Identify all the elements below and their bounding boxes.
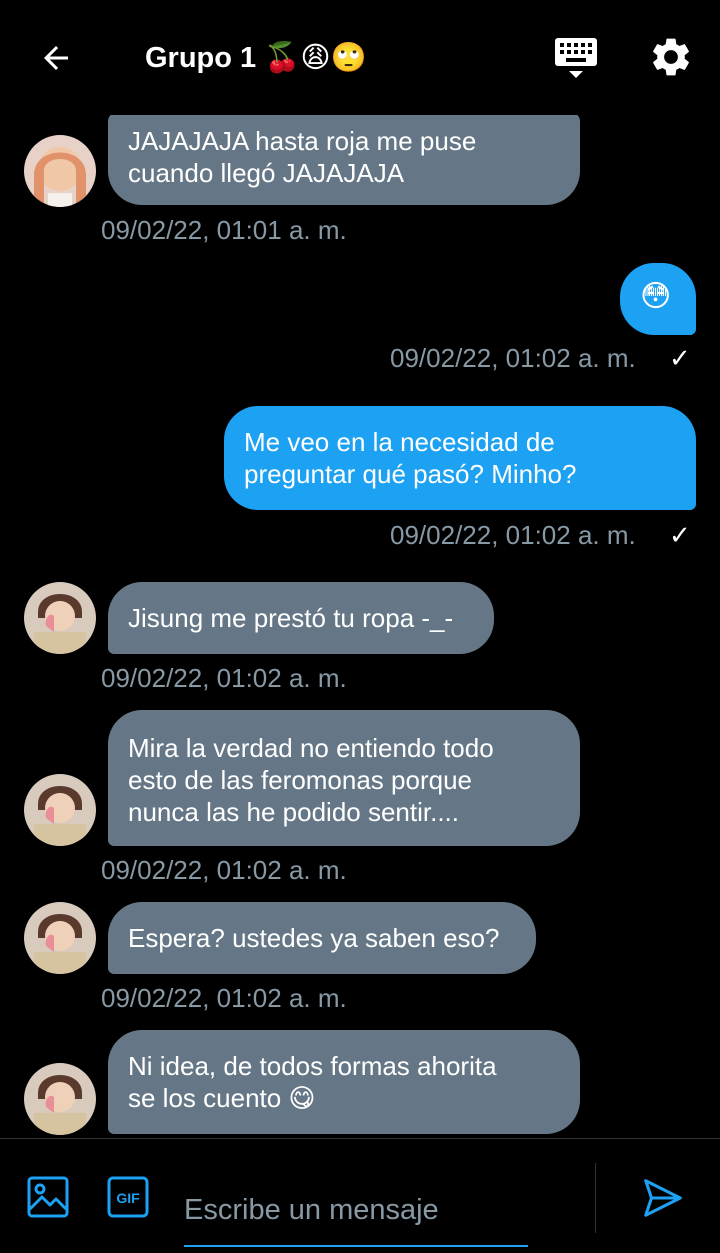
arrow-left-icon	[44, 46, 68, 70]
avatar[interactable]	[24, 135, 96, 207]
title-emoji-eyeroll: 🙄	[330, 42, 367, 74]
avatar[interactable]	[24, 774, 96, 846]
add-image-button[interactable]	[26, 1175, 70, 1219]
keyboard-icon	[555, 38, 597, 78]
message-list[interactable]: JAJAJAJA hasta roja me puse cuando llegó…	[0, 115, 720, 1138]
message-text-line: cuando llegó JAJAJAJA	[128, 158, 405, 188]
gif-label: GIF	[116, 1190, 140, 1206]
read-check-icon: ✓	[669, 343, 691, 373]
message-bubble[interactable]: Me veo en la necesidad de preguntar qué …	[224, 406, 696, 510]
gear-icon	[653, 38, 689, 76]
gif-icon: GIF	[107, 1176, 149, 1218]
message-bubble[interactable]: Jisung me prestó tu ropa -_-	[108, 582, 494, 654]
message-text-line: JAJAJAJA hasta roja me puse	[128, 126, 477, 156]
message-timestamp: 09/02/22, 01:02 a. m.	[101, 855, 347, 885]
message-text-line: Jisung me prestó tu ropa -_-	[128, 603, 454, 633]
image-icon	[27, 1176, 69, 1218]
avatar[interactable]	[24, 902, 96, 974]
message-text-line: esto de las feromonas porque	[128, 765, 472, 795]
message-text-line: preguntar qué pasó? Minho?	[244, 459, 577, 489]
avatar[interactable]	[24, 1063, 96, 1135]
read-check-icon: ✓	[669, 520, 691, 550]
message-input[interactable]	[184, 1159, 528, 1247]
message-text-line: Ni idea, de todos formas ahorita	[128, 1051, 497, 1081]
composer-divider	[595, 1163, 596, 1233]
group-name: Grupo 1	[145, 42, 257, 74]
message-bubble[interactable]: Mira la verdad no entiendo todo esto de …	[108, 710, 580, 846]
message-timestamp: 09/02/22, 01:02 a. m.	[101, 663, 347, 693]
add-gif-button[interactable]: GIF	[106, 1175, 150, 1219]
avatar-user-b	[24, 902, 96, 974]
chat-title[interactable]: Grupo 1 🍒😩🙄	[145, 40, 367, 75]
avatar-user-b	[24, 582, 96, 654]
avatar-user-b	[24, 1063, 96, 1135]
message-composer: GIF	[0, 1138, 720, 1253]
title-emoji-cherry: 🍒	[264, 42, 301, 74]
message-text-line: se los cuento 😋	[128, 1083, 316, 1113]
message-timestamp: 09/02/22, 01:02 a. m.	[390, 343, 636, 373]
avatar-user-a	[24, 135, 96, 207]
avatar-user-b	[24, 774, 96, 846]
avatar[interactable]	[24, 582, 96, 654]
message-timestamp: 09/02/22, 01:02 a. m.	[101, 983, 347, 1013]
message-text-line: Mira la verdad no entiendo todo	[128, 733, 494, 763]
title-emoji-weary: 😩	[300, 42, 331, 74]
keyboard-button[interactable]	[552, 34, 600, 82]
message-text-line: 😳	[640, 280, 672, 313]
message-bubble[interactable]: 😳	[620, 263, 696, 335]
chat-header: Grupo 1 🍒😩🙄	[0, 0, 720, 115]
message-bubble[interactable]: Espera? ustedes ya saben eso?	[108, 902, 536, 974]
back-button[interactable]	[34, 36, 78, 80]
send-icon	[644, 1179, 682, 1217]
message-timestamp: 09/02/22, 01:02 a. m.	[390, 520, 636, 550]
message-timestamp: 09/02/22, 01:01 a. m.	[101, 215, 347, 245]
settings-button[interactable]	[648, 34, 696, 82]
message-bubble[interactable]: JAJAJAJA hasta roja me puse cuando llegó…	[108, 115, 580, 205]
send-button[interactable]	[640, 1175, 686, 1221]
message-text-line: Me veo en la necesidad de	[244, 427, 555, 457]
message-bubble[interactable]: Ni idea, de todos formas ahorita se los …	[108, 1030, 580, 1134]
message-text-line: Espera? ustedes ya saben eso?	[128, 923, 500, 953]
message-text-line: nunca las he podido sentir....	[128, 797, 460, 827]
